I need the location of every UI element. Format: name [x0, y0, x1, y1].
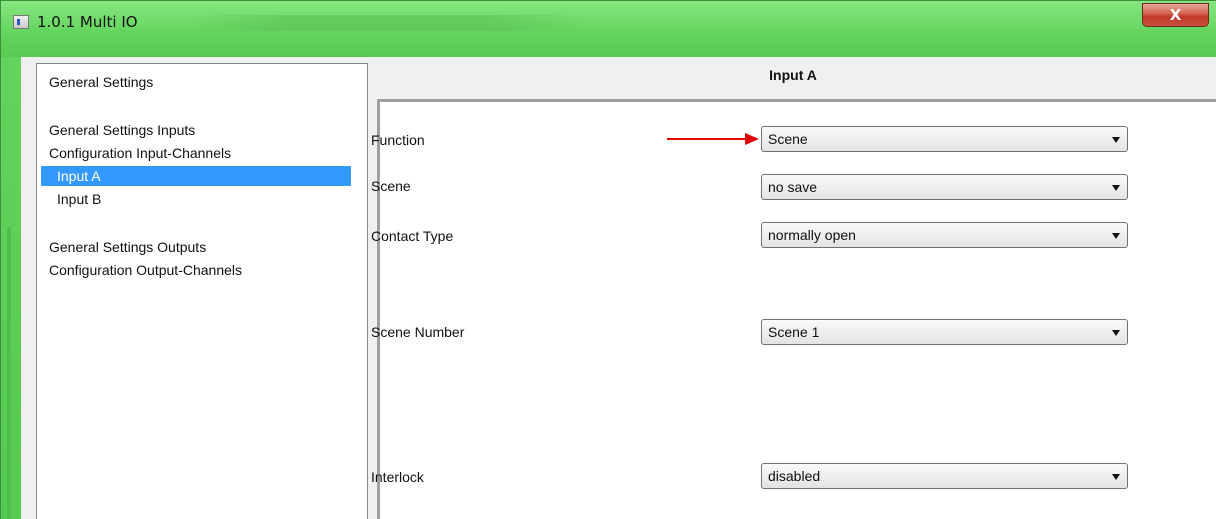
- title-bar[interactable]: 1.0.1 Multi IO X: [1, 1, 1216, 57]
- close-button[interactable]: X: [1142, 3, 1209, 27]
- param-label-scene: Scene: [371, 178, 411, 194]
- dropdown-value: disabled: [768, 468, 821, 484]
- tree-item-label: General Settings Inputs: [49, 122, 196, 138]
- param-label-contact-type: Contact Type: [371, 228, 454, 244]
- interlock-dropdown[interactable]: disabled: [761, 463, 1128, 489]
- tree-item-label: Configuration Output-Channels: [49, 262, 243, 278]
- param-label-scene-number: Scene Number: [371, 324, 465, 340]
- app-window-icon[interactable]: [13, 15, 29, 29]
- parameter-group: [377, 99, 1216, 519]
- tree-item-general-settings-inputs[interactable]: General Settings Inputs: [37, 120, 367, 140]
- application-window: 1.0.1 Multi IO X General Settings Genera…: [0, 0, 1216, 519]
- tree-item-configuration-output-channels[interactable]: Configuration Output-Channels: [37, 260, 367, 280]
- annotation-arrow-icon: [667, 133, 759, 145]
- dropdown-value: no save: [768, 179, 818, 195]
- tree-item-input-a[interactable]: Input A: [41, 166, 351, 186]
- blurred-menu-bar: [187, 15, 587, 31]
- window-left-border: [1, 57, 21, 519]
- dropdown-value: Scene 1: [768, 324, 820, 340]
- function-dropdown[interactable]: Scene: [761, 126, 1128, 152]
- tree-item-label: Input A: [57, 168, 101, 184]
- dropdown-value: normally open: [768, 227, 856, 243]
- contact-type-dropdown[interactable]: normally open: [761, 222, 1128, 248]
- tree-item-input-b[interactable]: Input B: [37, 189, 367, 209]
- tree-item-label: Input B: [57, 191, 102, 207]
- chevron-down-icon[interactable]: [1112, 185, 1120, 191]
- tree-item-label: Configuration Input-Channels: [49, 145, 232, 161]
- tree-item-label: General Settings Outputs: [49, 239, 207, 255]
- scene-number-dropdown[interactable]: Scene 1: [761, 319, 1128, 345]
- tree-item-general-settings[interactable]: General Settings: [37, 72, 367, 92]
- parameter-tree[interactable]: General Settings General Settings Inputs…: [36, 63, 368, 519]
- chevron-down-icon[interactable]: [1112, 137, 1120, 143]
- tree-item-configuration-input-channels[interactable]: Configuration Input-Channels: [37, 143, 367, 163]
- page-title: Input A: [769, 67, 817, 83]
- chevron-down-icon[interactable]: [1112, 233, 1120, 239]
- chevron-down-icon[interactable]: [1112, 474, 1120, 480]
- scene-dropdown[interactable]: no save: [761, 174, 1128, 200]
- tree-item-label: General Settings: [49, 74, 154, 90]
- tree-item-general-settings-outputs[interactable]: General Settings Outputs: [37, 237, 367, 257]
- param-label-interlock: Interlock: [371, 469, 424, 485]
- param-label-function: Function: [371, 132, 425, 148]
- window-title: 1.0.1 Multi IO: [37, 13, 138, 31]
- dropdown-value: Scene: [768, 131, 808, 147]
- chevron-down-icon[interactable]: [1112, 330, 1120, 336]
